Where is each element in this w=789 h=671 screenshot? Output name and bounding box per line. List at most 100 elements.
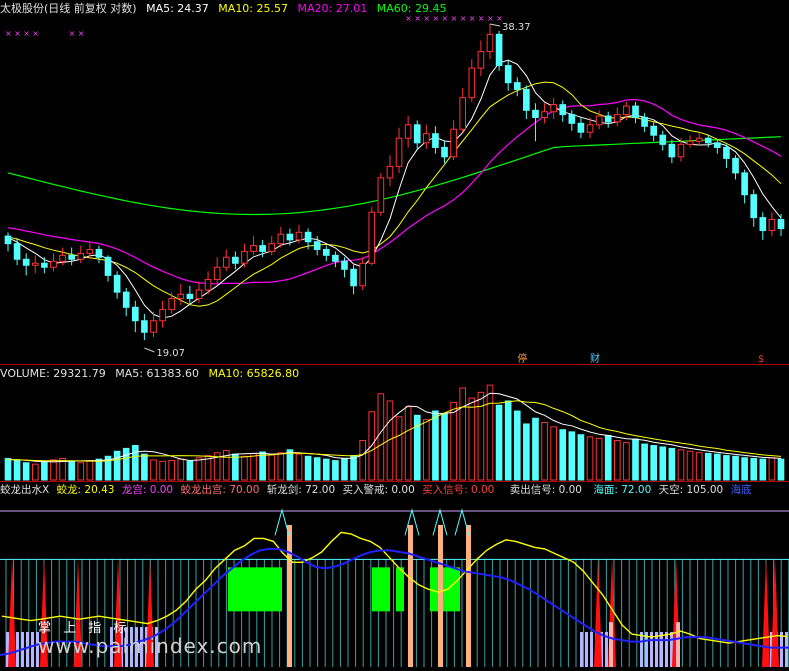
volume-bar xyxy=(559,429,567,481)
candle-body xyxy=(759,217,767,231)
volume-bar xyxy=(341,457,348,481)
low-zone-bar xyxy=(665,632,668,667)
low-zone-bar xyxy=(780,632,783,667)
volume-chart[interactable] xyxy=(0,365,789,481)
candle-body xyxy=(341,260,348,270)
volume-bar xyxy=(22,462,30,481)
volume-bar xyxy=(768,457,776,481)
candle-body xyxy=(468,67,476,99)
candle-body xyxy=(350,268,357,287)
candle-body xyxy=(577,122,585,133)
volume-bar xyxy=(504,400,512,481)
low-zone-bar xyxy=(640,632,643,667)
mairu-readout: 买入信号: 0.00 xyxy=(422,484,495,496)
event-marker-marker1: 停 xyxy=(517,352,527,364)
volume-header: VOLUME: 29321.79 MA5: 61383.60 MA10: 658… xyxy=(0,365,305,382)
volume-bar xyxy=(313,457,321,481)
candle-body xyxy=(322,248,330,256)
volume-bar xyxy=(668,447,676,481)
x-marker: × xyxy=(32,29,39,38)
candle-body xyxy=(4,235,12,245)
volume-bar xyxy=(13,460,21,481)
volume-bar xyxy=(295,453,303,481)
low-zone-bar xyxy=(590,632,593,667)
volume-bar xyxy=(523,423,530,481)
candlestick-chart[interactable]: 38.3719.07× × × × × ×× × × × × × × × × × ×停财 $ xyxy=(0,0,789,364)
volume-bar xyxy=(159,460,166,481)
volume-bar xyxy=(732,455,739,481)
x-marker: × xyxy=(5,29,12,38)
dragon-palace-box xyxy=(228,567,282,612)
chugong-readout: 蛟龙出宫: 70.00 xyxy=(180,484,260,496)
zhanlongjian-readout: 斩龙剑: 72.00 xyxy=(266,484,336,496)
candle-body xyxy=(41,262,48,268)
volume-bar xyxy=(4,457,12,481)
candle-body xyxy=(241,250,248,264)
volume-bar xyxy=(695,452,703,481)
candle-body xyxy=(432,133,439,148)
candle-body xyxy=(404,124,412,139)
low-zone-bar xyxy=(645,632,648,667)
haimian-readout: 海面: 72.00 xyxy=(593,484,652,496)
volume-bar xyxy=(286,449,294,481)
low-zone-bar xyxy=(655,632,658,667)
candle-body xyxy=(313,241,321,250)
candle-body xyxy=(550,104,557,113)
candle-body xyxy=(131,306,139,322)
candle-body xyxy=(259,245,266,252)
ma20-line xyxy=(7,98,782,285)
candle-body xyxy=(277,233,285,245)
candle-body xyxy=(732,157,739,174)
maichu-readout: 卖出信号: 0.00 xyxy=(509,484,582,496)
chugong-pillar xyxy=(676,622,680,667)
volume-readout: VOLUME: 29321.79 xyxy=(0,367,106,380)
chugong-pillar xyxy=(466,524,471,667)
jiaolong-readout: 蛟龙: 20.43 xyxy=(56,484,115,496)
volume-panel[interactable]: VOLUME: 29321.79 MA5: 61383.60 MA10: 658… xyxy=(0,365,789,481)
candle-body xyxy=(559,104,567,116)
candle-body xyxy=(268,243,276,252)
candle-body xyxy=(677,143,685,158)
candle-body xyxy=(595,115,603,126)
volume-bar xyxy=(77,462,85,481)
candle-body xyxy=(659,134,667,145)
low-zone-bar xyxy=(26,632,29,667)
candle-body xyxy=(568,114,576,124)
volume-bar xyxy=(459,387,467,481)
volume-bar xyxy=(613,439,621,481)
volume-bar xyxy=(259,451,266,481)
vol-ma5-readout: MA5: 61383.60 xyxy=(115,367,199,380)
candle-body xyxy=(723,146,730,159)
candle-body xyxy=(77,252,85,260)
price-panel[interactable]: 38.37 19.07 × × × × × × × × × × × × × × × × × 停财 $ 太极股份(日线 前… xyxy=(0,0,789,364)
volume-bar xyxy=(150,459,157,481)
volume-bar xyxy=(714,453,721,481)
volume-bar xyxy=(650,445,658,481)
volume-bar xyxy=(377,393,385,481)
candle-body xyxy=(368,211,376,264)
candle-body xyxy=(641,116,648,127)
x-marker: × xyxy=(78,29,85,38)
volume-bar xyxy=(586,436,594,481)
indicator-header: 蛟龙出水X 蛟龙: 20.43 龙宫: 0.00 蛟龙出宫: 70.00 斩龙剑… xyxy=(0,482,758,499)
volume-bar xyxy=(604,434,612,481)
candle-body xyxy=(495,33,503,67)
volume-bar xyxy=(86,460,94,481)
low-zone-bar xyxy=(31,632,34,667)
low-label: 19.07 xyxy=(156,348,185,359)
candle-body xyxy=(604,115,612,123)
ma60-readout: MA60: 29.45 xyxy=(376,2,447,15)
watermark-line2: www.palmindex.com xyxy=(38,634,263,658)
candle-body xyxy=(377,177,385,213)
volume-bar xyxy=(468,397,476,481)
haidi-readout: 海底 xyxy=(730,484,752,496)
candle-body xyxy=(523,88,530,111)
volume-bar xyxy=(577,434,585,481)
candle-body xyxy=(650,125,658,136)
volume-bar xyxy=(232,453,239,481)
volume-bar xyxy=(95,458,103,481)
volume-bar xyxy=(550,426,557,481)
volume-bar xyxy=(304,455,312,481)
candle-body xyxy=(741,172,748,196)
candle-body xyxy=(668,143,676,158)
